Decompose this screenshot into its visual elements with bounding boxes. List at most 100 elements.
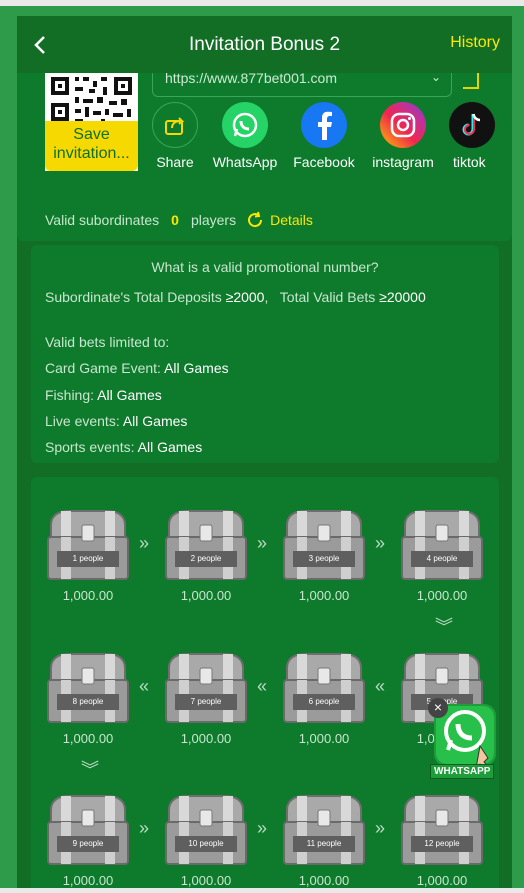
treasure-chest[interactable]: 9 people [45,794,131,866]
treasure-chest[interactable]: 7 people [163,652,249,724]
tiktok-label: tiktok [453,154,486,170]
valid-subordinates-label: Valid subordinates [45,212,160,228]
close-icon[interactable]: × [428,698,448,718]
instagram-label: instagram [372,154,434,170]
chest-icon [47,510,129,580]
chest-people-label: 8 people [72,697,104,706]
chevron-left-icon: « [257,676,268,696]
chevron-right-icon: » [257,818,268,838]
chest-people-label: 1 people [72,554,104,563]
chest-people-label: 4 people [426,554,458,563]
valid-subordinates-row: Valid subordinates 0 players Details [45,211,313,229]
save-invitation-button[interactable]: Save invitation... [45,121,138,171]
chest-amount: 1,000.00 [62,588,114,603]
treasure-chest[interactable]: 4 people [399,509,485,581]
treasure-chest[interactable]: 6 people [281,652,367,724]
whatsapp-icon [222,102,268,148]
chest-people-label: 10 people [188,839,224,848]
bets-value: ≥20000 [379,289,426,305]
whatsapp-share-button[interactable]: WhatsApp [205,102,285,170]
rules-card: What is a valid promotional number? Subo… [31,245,499,463]
chests-card: » » » ︾ « « « ︾ » » » 1 people 1,000.00 2 … [31,477,499,888]
facebook-label: Facebook [293,154,355,170]
chevron-right-icon: » [375,533,386,553]
valid-subordinates-count: 0 [171,212,179,228]
details-label[interactable]: Details [270,212,313,228]
chest-people-label: 3 people [308,554,340,563]
page-title: Invitation Bonus 2 [188,33,341,55]
instagram-icon [380,102,426,148]
chest-icon [283,653,365,723]
chest-amount: 1,000.00 [180,731,232,746]
chest-icon [401,795,483,865]
app-frame: Save invitation... https://www.877bet001… [0,6,524,888]
chevron-right-icon: » [139,533,150,553]
chest-amount: 1,000.00 [416,873,468,888]
chest-icon [283,510,365,580]
rules-threshold-line: Subordinate's Total Deposits ≥2000, Tota… [45,289,426,305]
copy-icon[interactable] [463,73,479,89]
chevron-down-icon: ︾ [81,760,99,780]
share-card: Save invitation... https://www.877bet001… [17,63,512,241]
treasure-chest[interactable]: 11 people [281,794,367,866]
chevron-right-icon: » [139,818,150,838]
chest-icon [165,795,247,865]
chest-amount: 1,000.00 [180,588,232,603]
chevron-right-icon: » [257,533,268,553]
chest-icon [165,510,247,580]
whatsapp-label: WhatsApp [212,154,278,170]
chevron-left-icon: « [375,676,386,696]
chest-amount: 1,000.00 [298,731,350,746]
share-label: Share [156,154,194,170]
valid-bets-limited-label: Valid bets limited to: [45,334,170,350]
chest-amount: 1,000.00 [62,873,114,888]
deposits-label: Subordinate's Total Deposits [45,289,222,305]
facebook-share-button[interactable]: Facebook [284,102,364,170]
chest-people-label: 12 people [424,839,460,848]
chest-people-label: 2 people [190,554,222,563]
bets-label: Total Valid Bets [279,289,376,305]
deposits-value: ≥2000 [225,289,265,305]
valid-subordinates-unit: players [190,212,237,228]
rule-fishing: Fishing: All Games [45,387,162,403]
chest-people-label: 9 people [72,839,104,848]
chest-people-label: 6 people [308,697,340,706]
chest-icon [283,795,365,865]
treasure-chest[interactable]: 1 people [45,509,131,581]
treasure-chest[interactable]: 12 people [399,794,485,866]
share-button[interactable]: Share [135,102,215,170]
whatsapp-float-label: WHATSAPP [430,764,495,779]
rule-sports-events: Sports events: All Games [45,439,203,455]
chest-amount: 1,000.00 [298,588,350,603]
tiktok-icon [449,102,495,148]
treasure-chest[interactable]: 8 people [45,652,131,724]
chevron-left-icon: « [139,676,150,696]
share-icon [152,102,198,148]
rule-card-game: Card Game Event: All Games [45,360,229,376]
history-link[interactable]: History [450,34,500,52]
facebook-icon [301,102,347,148]
chest-icon [401,510,483,580]
chest-people-label: 11 people [306,839,342,848]
chevron-down-icon: ︾ [435,617,453,637]
chest-amount: 1,000.00 [298,873,350,888]
treasure-chest[interactable]: 10 people [163,794,249,866]
chest-people-label: 7 people [190,697,222,706]
tiktok-share-button[interactable]: tiktok [437,102,497,170]
chest-amount: 1,000.00 [180,873,232,888]
chest-icon [47,653,129,723]
chest-icon [47,795,129,865]
chest-amount: 1,000.00 [62,731,114,746]
treasure-chest[interactable]: 3 people [281,509,367,581]
refresh-icon[interactable] [246,211,264,229]
whatsapp-floating-button[interactable]: WHATSAPP × [428,698,504,779]
chest-icon [165,653,247,723]
rules-title: What is a valid promotional number? [151,259,379,275]
rule-live-events: Live events: All Games [45,413,188,429]
instagram-share-button[interactable]: instagram [363,102,443,170]
treasure-chest[interactable]: 2 people [163,509,249,581]
back-arrow-icon[interactable] [31,34,51,56]
chevron-right-icon: » [375,818,386,838]
page-header: Invitation Bonus 2 History [17,16,512,73]
details-link[interactable]: Details [246,211,313,229]
